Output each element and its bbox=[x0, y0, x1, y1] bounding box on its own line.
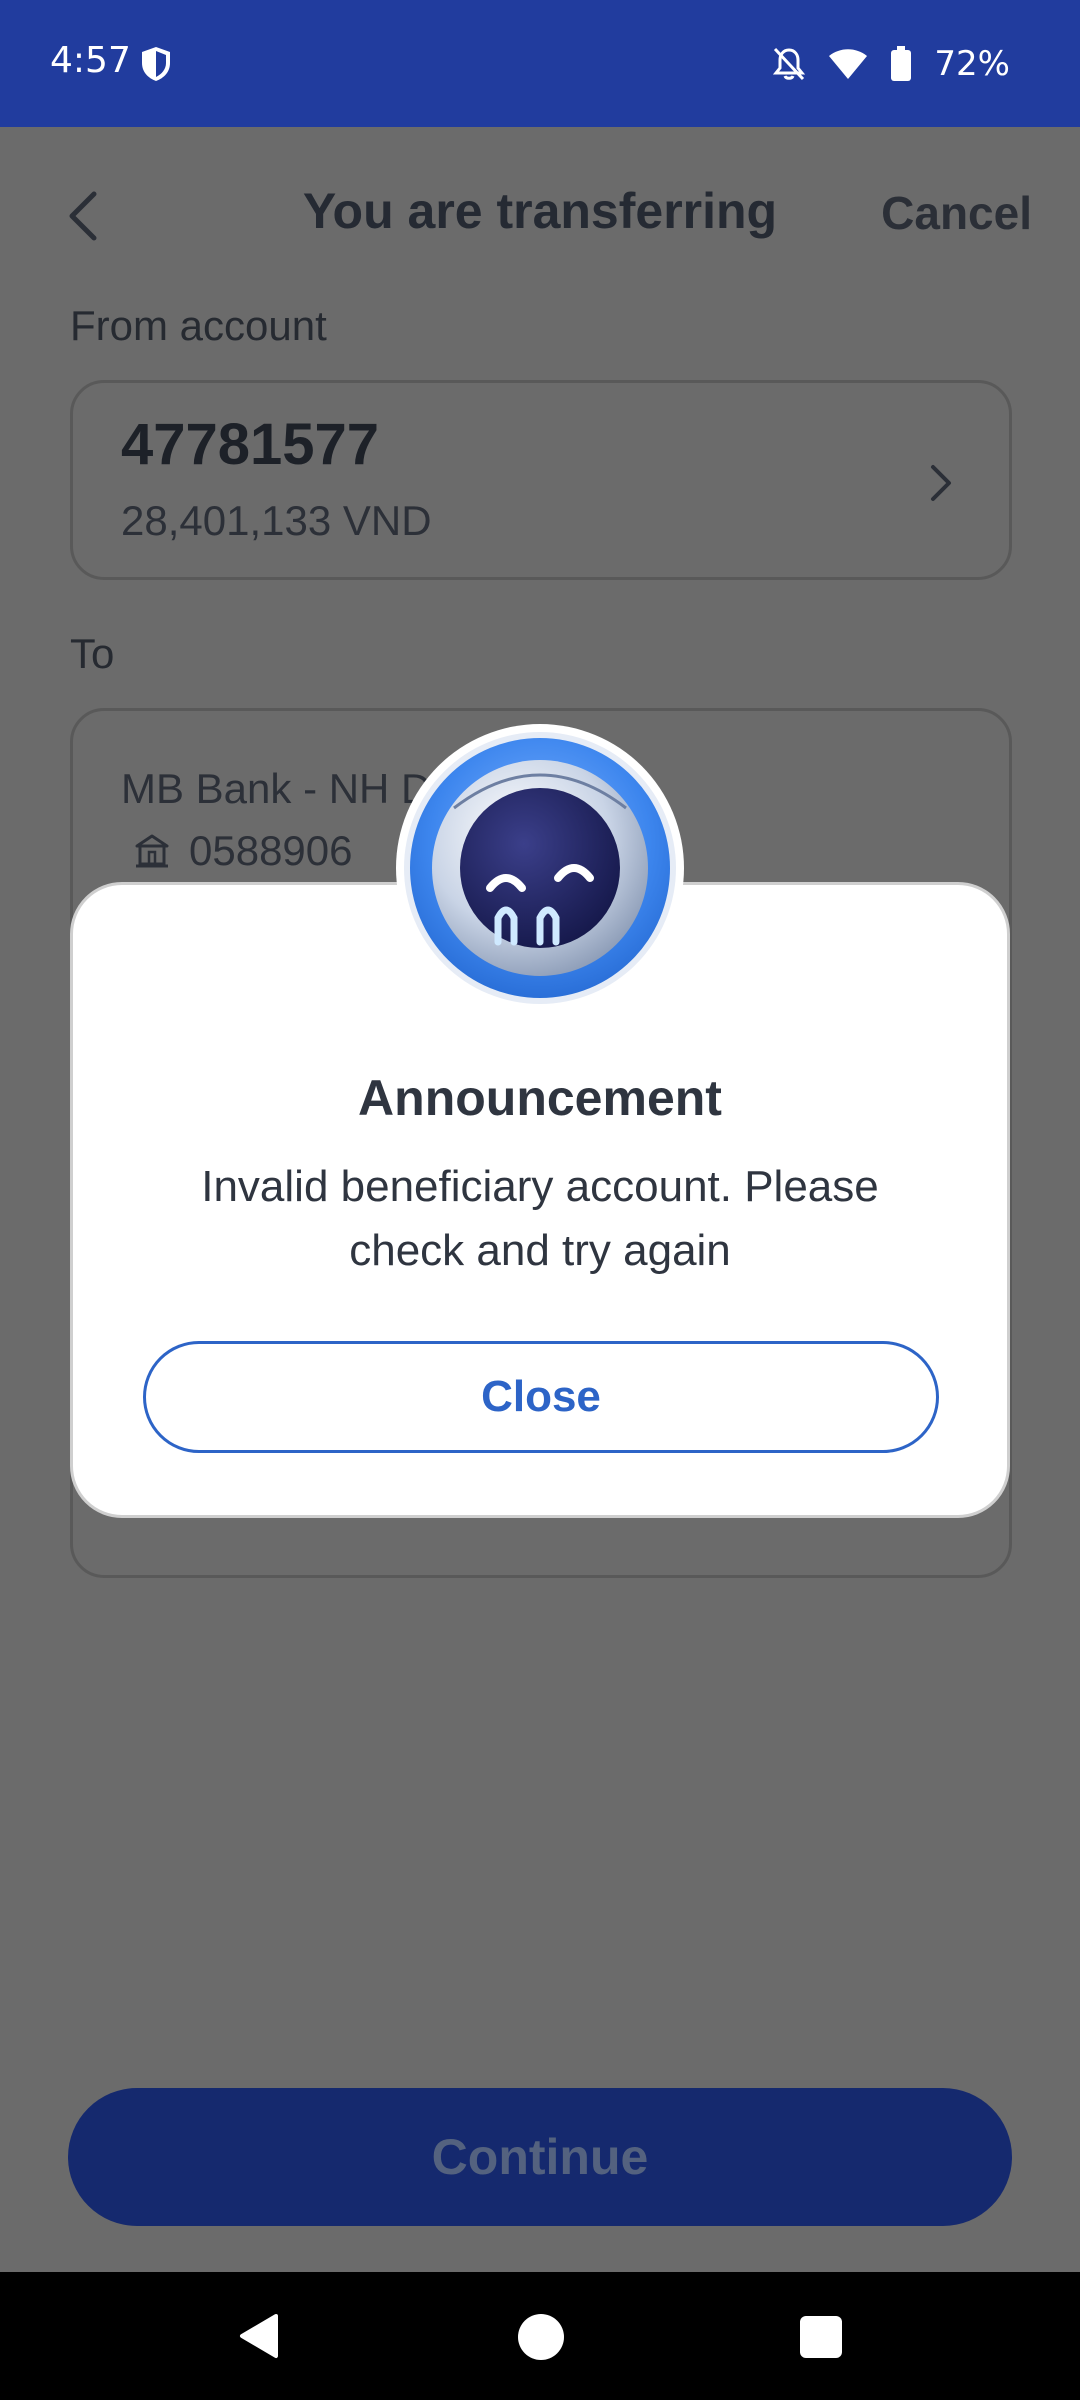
from-account-label: From account bbox=[70, 302, 327, 349]
battery-percentage: 72% bbox=[934, 44, 1010, 84]
mascot-icon bbox=[396, 724, 684, 1012]
status-icons: 72% bbox=[772, 44, 1010, 84]
bell-off-icon bbox=[773, 47, 806, 81]
shield-icon bbox=[142, 47, 170, 81]
cancel-button[interactable]: Cancel bbox=[881, 186, 1032, 240]
account-number: 47781577 bbox=[121, 412, 380, 477]
from-account-card[interactable]: 47781577 28,401,133 VND bbox=[70, 380, 1012, 580]
wifi-icon bbox=[829, 49, 868, 79]
nav-home-icon[interactable] bbox=[518, 2314, 564, 2360]
nav-recents-icon[interactable] bbox=[800, 2316, 842, 2358]
dialog-message: Invalid beneficiary account. Please chec… bbox=[201, 1162, 879, 1275]
account-balance: 28,401,133 VND bbox=[121, 497, 432, 544]
nav-back-icon[interactable] bbox=[236, 2312, 280, 2360]
battery-icon bbox=[891, 46, 912, 81]
chevron-right-icon bbox=[931, 465, 951, 501]
continue-button[interactable]: Continue bbox=[68, 2088, 1012, 2226]
dialog-title: Announcement bbox=[358, 1070, 722, 1126]
status-bar: 4:57 72% bbox=[0, 0, 1080, 127]
navigation-bar bbox=[0, 2272, 1080, 2400]
to-label: To bbox=[70, 630, 115, 677]
beneficiary-account: 0588906 bbox=[133, 827, 353, 875]
status-time: 4:57 bbox=[50, 40, 131, 81]
close-button[interactable]: Close bbox=[143, 1341, 939, 1453]
beneficiary-account-number: 0588906 bbox=[189, 827, 353, 874]
bank-icon bbox=[135, 834, 169, 868]
